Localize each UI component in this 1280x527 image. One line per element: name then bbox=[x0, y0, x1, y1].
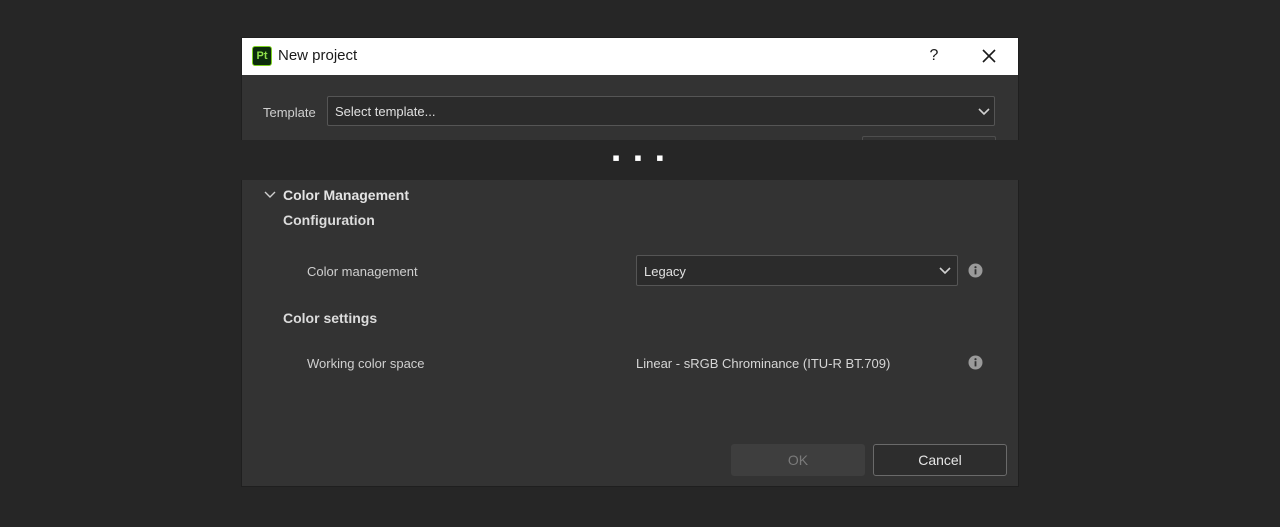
template-dropdown-value: Select template... bbox=[335, 104, 436, 119]
app-logo-icon: Pt bbox=[252, 46, 272, 66]
working-color-space-label: Working color space bbox=[307, 356, 425, 371]
cancel-button[interactable]: Cancel bbox=[873, 444, 1007, 476]
working-color-space-value: Linear - sRGB Chrominance (ITU-R BT.709) bbox=[636, 356, 891, 371]
configuration-heading: Configuration bbox=[283, 212, 375, 228]
dialog-titlebar: Pt New project ? bbox=[242, 38, 1018, 75]
template-dropdown[interactable]: Select template... bbox=[327, 96, 995, 126]
dialog-title: New project bbox=[278, 47, 358, 64]
close-icon bbox=[982, 49, 996, 63]
screenshot-cut-indicator: ▪ ▪ ▪ bbox=[612, 145, 668, 170]
help-button[interactable]: ? bbox=[924, 44, 944, 68]
close-button[interactable] bbox=[978, 45, 1000, 67]
new-project-dialog: Pt New project ? Template Select templat… bbox=[242, 38, 1018, 486]
chevron-down-icon bbox=[978, 108, 990, 116]
info-icon[interactable] bbox=[968, 263, 983, 278]
section-title: Color Management bbox=[283, 187, 410, 203]
chevron-down-icon bbox=[939, 267, 951, 275]
template-label: Template bbox=[263, 105, 316, 120]
color-management-dropdown[interactable]: Legacy bbox=[636, 255, 958, 286]
color-settings-heading: Color settings bbox=[283, 310, 378, 326]
info-icon[interactable] bbox=[968, 355, 983, 370]
ok-button[interactable]: OK bbox=[731, 444, 865, 476]
color-management-dropdown-value: Legacy bbox=[644, 264, 686, 279]
color-management-label: Color management bbox=[307, 264, 418, 279]
chevron-down-icon bbox=[264, 191, 276, 198]
